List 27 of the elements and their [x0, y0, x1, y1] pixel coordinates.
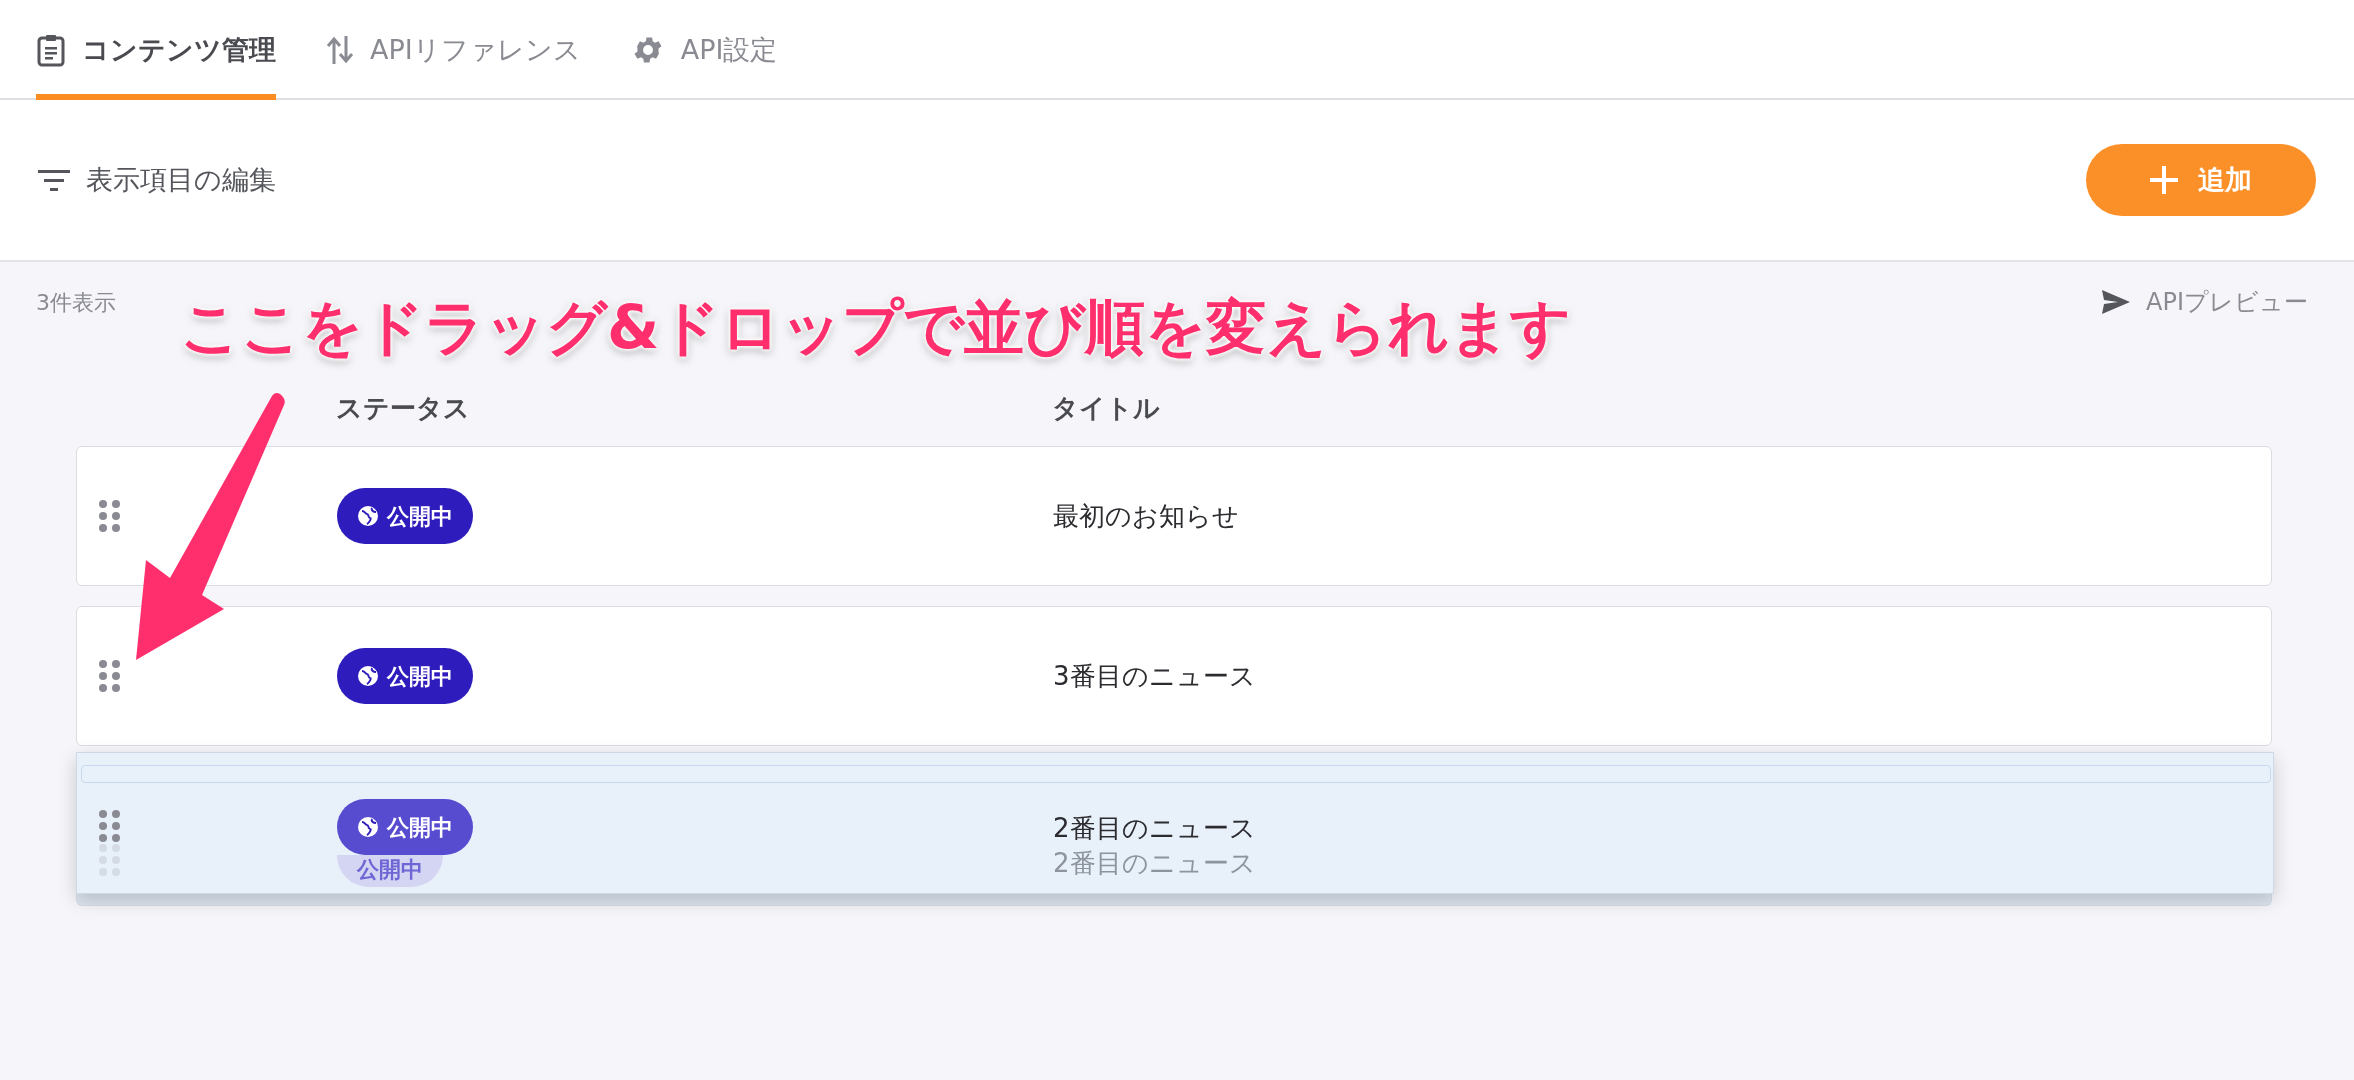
title-cell-text: 最初のお知らせ — [1053, 499, 1239, 533]
drag-handle-icon[interactable] — [99, 659, 121, 693]
globe-icon — [357, 816, 379, 838]
status-badge: 公開中 — [337, 488, 473, 544]
send-icon — [2102, 290, 2131, 314]
clipboard-icon — [36, 33, 66, 67]
status-badge: 公開中 — [337, 648, 473, 704]
dragged-row[interactable]: 公開中 公開中 2番目のニュース 2番目のニュース — [76, 752, 2274, 894]
table-row[interactable]: 公開中 3番目のニュース — [76, 606, 2272, 746]
column-header: ステータス — [336, 391, 471, 425]
result-count: 3件表示 — [36, 288, 116, 317]
status-badge: 公開中 — [337, 799, 473, 855]
edit-columns-button[interactable]: 表示項目の編集 — [38, 159, 276, 201]
faded-title: 2番目のニュース — [1053, 848, 1256, 878]
swap-arrows-icon — [326, 34, 354, 66]
title-cell-text: 2番目のニュース — [1053, 812, 1256, 845]
column-header: タイトル — [1052, 391, 1160, 425]
plus-icon — [2150, 166, 2178, 194]
filter-icon — [38, 168, 70, 192]
globe-icon — [357, 505, 379, 527]
faded-status-badge: 公開中 — [337, 855, 443, 887]
callout-text: ここをドラッグ&ドロップで並び順を変えられます — [180, 291, 1572, 364]
drag-handle-icon[interactable] — [99, 809, 121, 843]
globe-icon — [357, 665, 379, 687]
drag-handle-icon[interactable] — [99, 499, 121, 533]
table-row[interactable]: 公開中 最初のお知らせ — [76, 446, 2272, 586]
title-cell-text: 3番目のニュース — [1053, 659, 1256, 693]
